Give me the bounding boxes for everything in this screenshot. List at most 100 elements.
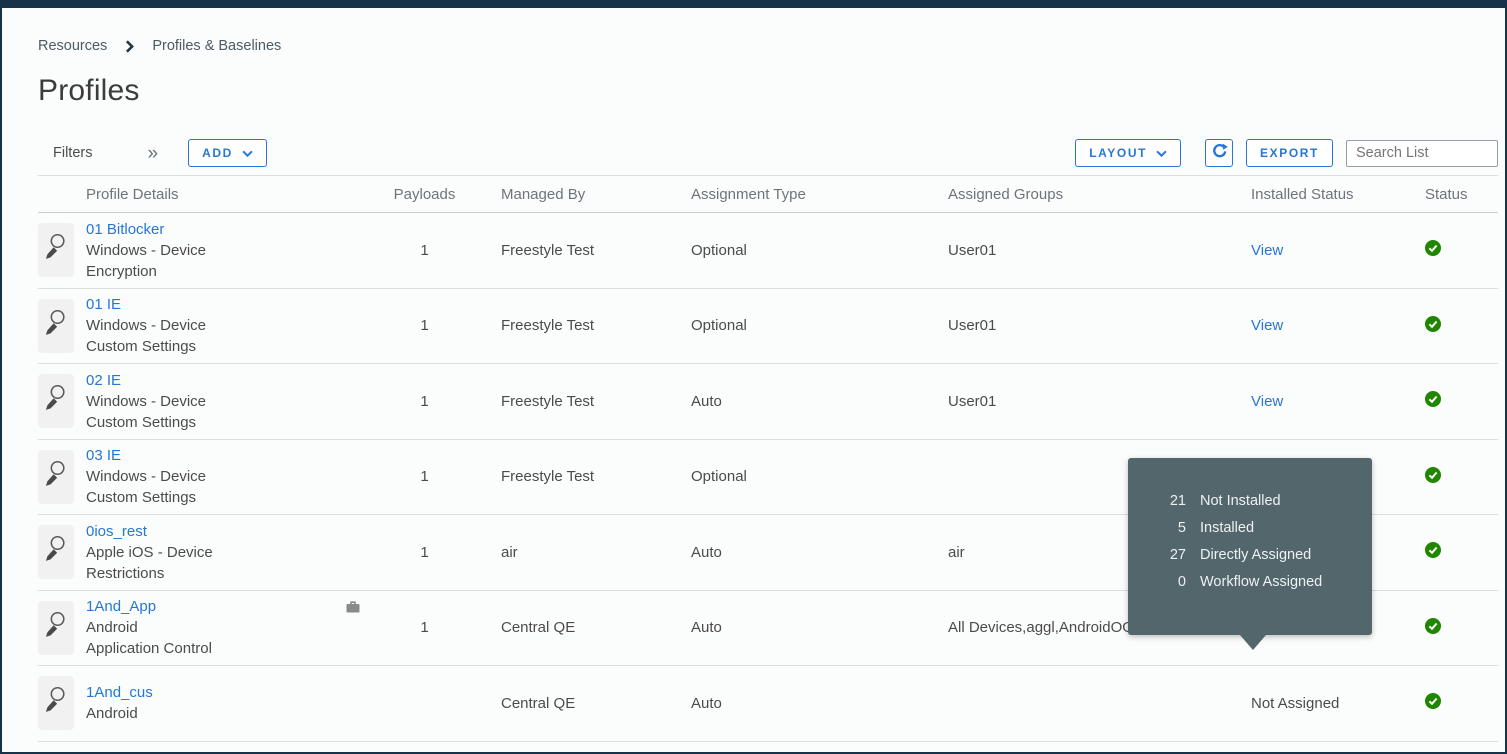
status-check-circle-icon[interactable] — [1425, 617, 1441, 638]
managed-by-cell: Freestyle Test — [501, 392, 595, 410]
add-button-label: ADD — [202, 146, 233, 160]
assignment-type-cell: Auto — [691, 392, 722, 410]
profile-icon-tile[interactable] — [38, 449, 74, 504]
layout-button-label: LAYOUT — [1089, 146, 1148, 160]
payloads-cell: 1 — [420, 543, 429, 561]
profile-icon-tile[interactable] — [38, 223, 74, 278]
status-check-circle-icon[interactable] — [1425, 391, 1441, 411]
tooltip-row: 27 Directly Assigned — [1128, 542, 1372, 569]
search-input[interactable] — [1346, 139, 1498, 167]
table-header: Profile Details Payloads Managed By Assi… — [38, 176, 1498, 213]
profile-details-cell: 01 IE Windows - Device Custom Settings — [86, 294, 348, 357]
managed-by-cell: Freestyle Test — [501, 317, 595, 335]
column-header-assigned-groups[interactable]: Assigned Groups — [948, 186, 1251, 203]
column-header-assignment-type[interactable]: Assignment Type — [691, 186, 948, 203]
status-cell — [1425, 391, 1498, 411]
managed-by-cell: air — [501, 543, 518, 561]
assigned-groups-cell: User01 — [948, 317, 997, 335]
profile-platform: Windows - Device — [86, 317, 207, 335]
status-cell — [1425, 542, 1498, 562]
managed-by-cell: Central QE — [501, 619, 576, 637]
profile-type: Custom Settings — [86, 413, 197, 431]
column-header-installed-status[interactable]: Installed Status — [1251, 186, 1425, 203]
profile-icon-tile[interactable] — [38, 676, 74, 731]
tooltip-row: 21 Not Installed — [1128, 488, 1372, 515]
profile-magnifier-pencil-icon — [41, 605, 71, 651]
profile-icon-cell — [38, 374, 86, 429]
filters-toggle[interactable]: Filters — [53, 145, 92, 161]
column-header-managed-by[interactable]: Managed By — [501, 186, 691, 203]
profile-platform: Windows - Device — [86, 392, 207, 410]
profile-platform: Android — [86, 705, 138, 723]
assignment-type-cell: Optional — [691, 468, 747, 486]
status-check-circle-icon[interactable] — [1425, 466, 1441, 487]
tooltip-row: 5 Installed — [1128, 515, 1372, 542]
profile-name-link[interactable]: 01 IE — [86, 294, 338, 315]
tooltip-count: 5 — [1177, 520, 1186, 536]
export-button-label: EXPORT — [1260, 146, 1319, 160]
assignment-type-cell: Auto — [691, 619, 722, 637]
tooltip-label: Directly Assigned — [1200, 547, 1312, 563]
profile-details-cell: 1And_cus Android — [86, 682, 348, 724]
assigned-groups-cell: User01 — [948, 392, 997, 410]
chevron-down-icon — [1156, 146, 1167, 160]
table-row[interactable]: 01 IE Windows - Device Custom Settings 1… — [38, 289, 1498, 364]
status-cell — [1425, 466, 1498, 487]
tooltip-label: Not Installed — [1200, 493, 1281, 509]
filters-expand-icon[interactable]: » — [147, 144, 158, 163]
toolbar-right-group: LAYOUT EXPORT — [1075, 139, 1498, 167]
column-header-payloads[interactable]: Payloads — [348, 186, 501, 203]
breadcrumb-resources[interactable]: Resources — [38, 38, 107, 54]
status-cell — [1425, 240, 1498, 260]
profile-details-cell: 1And_App Android Application Control — [86, 596, 348, 659]
column-header-profile-details[interactable]: Profile Details — [86, 186, 348, 203]
status-check-circle-icon[interactable] — [1425, 240, 1441, 260]
managed-by-cell: Freestyle Test — [501, 468, 595, 486]
installed-status-cell[interactable]: View — [1251, 393, 1425, 410]
tooltip-label: Installed — [1200, 520, 1255, 536]
profile-name-link[interactable]: 1And_cus — [86, 682, 338, 703]
profile-magnifier-pencil-icon — [41, 529, 71, 575]
managed-by-cell: Freestyle Test — [501, 241, 595, 259]
profile-icon-tile[interactable] — [38, 600, 74, 655]
status-check-circle-icon[interactable] — [1425, 693, 1441, 713]
add-button[interactable]: ADD — [188, 139, 267, 167]
refresh-button[interactable] — [1205, 139, 1234, 167]
assignment-type-cell: Optional — [691, 241, 747, 259]
profile-type: Application Control — [86, 640, 212, 658]
status-check-circle-icon[interactable] — [1425, 315, 1441, 336]
export-button[interactable]: EXPORT — [1246, 139, 1333, 167]
profile-type: Restrictions — [86, 564, 165, 582]
tooltip-label: Workflow Assigned — [1200, 574, 1323, 590]
installed-status-cell[interactable]: View — [1251, 242, 1425, 259]
table-row[interactable]: 02 IE Windows - Device Custom Settings 1… — [38, 364, 1498, 440]
toolbar: Filters » ADD LAYOUT EXPORT Search List — [38, 139, 1498, 167]
profile-name-link[interactable]: 0ios_rest — [86, 521, 338, 542]
profile-name-link[interactable]: 02 IE — [86, 370, 338, 391]
profile-platform: Windows - Device — [86, 241, 207, 259]
installed-status-cell[interactable]: View — [1251, 317, 1425, 334]
work-profile-icon — [346, 600, 360, 617]
profile-icon-tile[interactable] — [38, 525, 74, 580]
table-row[interactable]: 01 Bitlocker Windows - Device Encryption… — [38, 213, 1498, 289]
profile-name-link[interactable]: 01 Bitlocker — [86, 219, 338, 240]
payloads-cell: 1 — [420, 619, 429, 637]
profile-details-cell: 02 IE Windows - Device Custom Settings — [86, 370, 348, 433]
profile-magnifier-pencil-icon — [41, 454, 71, 500]
table-row[interactable]: 1And_cus Android Central QE Auto Not Ass… — [38, 666, 1498, 742]
profile-icon-tile[interactable] — [38, 298, 74, 353]
profile-details-cell: 01 Bitlocker Windows - Device Encryption — [86, 219, 348, 282]
profile-magnifier-pencil-icon — [41, 378, 71, 424]
payloads-cell: 1 — [420, 317, 429, 335]
layout-button[interactable]: LAYOUT — [1075, 139, 1182, 167]
profile-name-link[interactable]: 03 IE — [86, 445, 338, 466]
profile-icon-cell — [38, 676, 86, 731]
profile-name-link[interactable]: 1And_App — [86, 596, 338, 617]
assignment-type-cell: Optional — [691, 317, 747, 335]
profile-icon-tile[interactable] — [38, 374, 74, 429]
status-check-circle-icon[interactable] — [1425, 542, 1441, 562]
column-header-status[interactable]: Status — [1425, 186, 1498, 203]
profile-platform: Windows - Device — [86, 468, 207, 486]
profile-details-cell: 0ios_rest Apple iOS - Device Restriction… — [86, 521, 348, 584]
assignment-type-cell: Auto — [691, 543, 722, 561]
